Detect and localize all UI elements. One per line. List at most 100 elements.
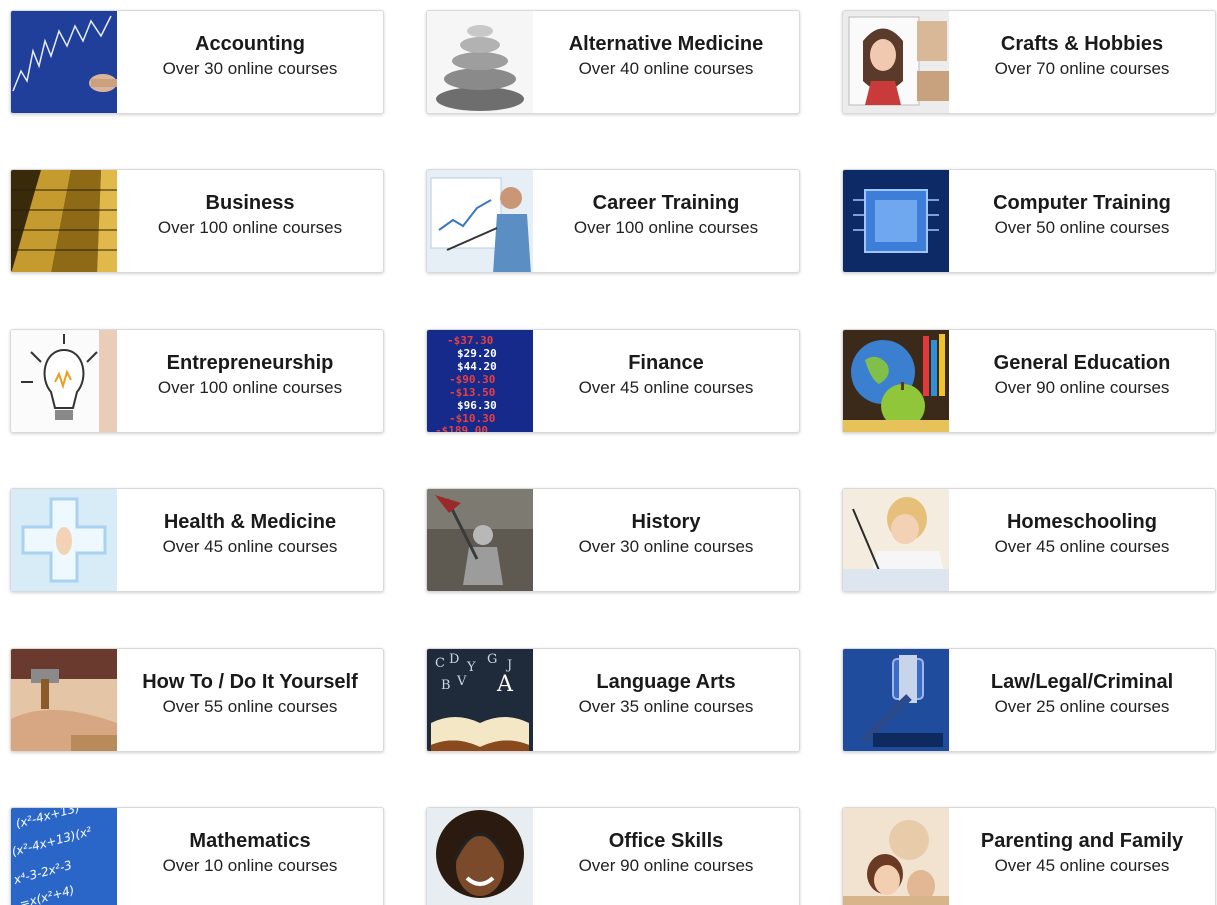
svg-text:-$90.30: -$90.30: [449, 373, 495, 386]
category-card-general-education[interactable]: General Education Over 90 online courses: [842, 329, 1216, 433]
presenter-icon: [427, 170, 533, 272]
category-course-count: Over 90 online courses: [994, 378, 1170, 397]
painting-icon: [843, 11, 949, 113]
svg-text:-$13.50: -$13.50: [449, 386, 495, 399]
category-text: Career Training Over 100 online courses: [533, 170, 799, 272]
category-course-count: Over 30 online courses: [578, 537, 754, 556]
category-course-count: Over 55 online courses: [162, 697, 338, 716]
category-card-mathematics[interactable]: (x²-4x+13) (x²-4x+13)(x² x⁴-3-2x²-3 =x(x²+4…: [10, 807, 384, 905]
headset-woman-icon: [427, 808, 533, 905]
category-course-count: Over 90 online courses: [578, 856, 754, 875]
svg-text:A: A: [496, 672, 514, 697]
child-writing-icon: [843, 489, 949, 591]
category-title: How To / Do It Yourself: [142, 671, 358, 693]
medical-cross-icon: [11, 489, 117, 591]
svg-text:V: V: [456, 674, 467, 689]
category-text: Alternative Medicine Over 40 online cours…: [533, 11, 799, 113]
category-card-health-medicine[interactable]: Health & Medicine Over 45 online courses: [10, 488, 384, 592]
category-course-count: Over 10 online courses: [162, 856, 338, 875]
category-course-count: Over 45 online courses: [994, 537, 1170, 556]
category-text: Language Arts Over 35 online courses: [533, 649, 799, 751]
category-text: Mathematics Over 10 online courses: [117, 808, 383, 905]
open-book-icon: CDYGJ BV A: [427, 649, 533, 751]
category-card-homeschooling[interactable]: Homeschooling Over 45 online courses: [842, 488, 1216, 592]
category-text: Homeschooling Over 45 online courses: [949, 489, 1215, 591]
category-text: Law/Legal/Criminal Over 25 online courses: [949, 649, 1215, 751]
category-title: Business: [205, 192, 295, 214]
category-text: How To / Do It Yourself Over 55 online co…: [117, 649, 383, 751]
category-course-count: Over 30 online courses: [162, 59, 338, 78]
category-title: Crafts & Hobbies: [1000, 33, 1164, 55]
svg-text:$29.20: $29.20: [457, 347, 497, 360]
skyscraper-icon: [11, 170, 117, 272]
category-course-count: Over 70 online courses: [994, 59, 1170, 78]
category-text: Computer Training Over 50 online courses: [949, 170, 1215, 272]
category-card-crafts-hobbies[interactable]: Crafts & Hobbies Over 70 online courses: [842, 10, 1216, 114]
stock-ticker-icon: -$37.30 $29.20 $44.20 -$90.30 -$13.50 $96.30 -…: [427, 330, 533, 432]
category-text: Business Over 100 online courses: [117, 170, 383, 272]
category-text: Office Skills Over 90 online courses: [533, 808, 799, 905]
family-icon: [843, 808, 949, 905]
category-title: Parenting and Family: [980, 830, 1184, 852]
category-title: Accounting: [195, 33, 305, 55]
svg-text:$44.20: $44.20: [457, 360, 497, 373]
category-course-count: Over 40 online courses: [578, 59, 754, 78]
category-title: Language Arts: [596, 671, 736, 693]
hammer-icon: [11, 649, 117, 751]
category-card-history[interactable]: History Over 30 online courses: [426, 488, 800, 592]
category-title: General Education: [993, 352, 1171, 374]
svg-text:G: G: [487, 652, 497, 667]
category-course-count: Over 35 online courses: [578, 697, 754, 716]
category-card-accounting[interactable]: Accounting Over 30 online courses: [10, 10, 384, 114]
category-card-finance[interactable]: -$37.30 $29.20 $44.20 -$90.30 -$13.50 $96.30 -…: [426, 329, 800, 433]
category-card-business[interactable]: Business Over 100 online courses: [10, 169, 384, 273]
category-card-parenting-and-family[interactable]: Parenting and Family Over 45 online cours…: [842, 807, 1216, 905]
category-title: Computer Training: [993, 192, 1171, 214]
category-card-how-to-do-it-yourself[interactable]: How To / Do It Yourself Over 55 online co…: [10, 648, 384, 752]
category-title: Health & Medicine: [163, 511, 337, 533]
category-card-computer-training[interactable]: Computer Training Over 50 online courses: [842, 169, 1216, 273]
globe-apple-icon: [843, 330, 949, 432]
knight-icon: [427, 489, 533, 591]
svg-text:J: J: [505, 658, 512, 673]
category-course-count: Over 25 online courses: [994, 697, 1170, 716]
category-card-office-skills[interactable]: Office Skills Over 90 online courses: [426, 807, 800, 905]
category-course-count: Over 45 online courses: [162, 537, 338, 556]
category-title: Office Skills: [608, 830, 724, 852]
category-text: Parenting and Family Over 45 online cours…: [949, 808, 1215, 905]
category-card-language-arts[interactable]: CDYGJ BV A Language Arts Over 35 online cou…: [426, 648, 800, 752]
category-course-count: Over 45 online courses: [578, 378, 754, 397]
gavel-icon: [843, 649, 949, 751]
svg-text:C: C: [435, 656, 445, 671]
category-title: Mathematics: [189, 830, 311, 852]
category-card-entrepreneurship[interactable]: Entrepreneurship Over 100 online courses: [10, 329, 384, 433]
svg-text:D: D: [449, 652, 459, 667]
category-card-career-training[interactable]: Career Training Over 100 online courses: [426, 169, 800, 273]
category-grid: Accounting Over 30 online courses Alterna…: [0, 0, 1217, 905]
category-course-count: Over 45 online courses: [994, 856, 1170, 875]
svg-text:-$37.30: -$37.30: [447, 334, 493, 347]
category-card-law-legal-criminal[interactable]: Law/Legal/Criminal Over 25 online courses: [842, 648, 1216, 752]
category-course-count: Over 50 online courses: [994, 218, 1170, 237]
category-title: Finance: [628, 352, 704, 374]
svg-text:Y: Y: [466, 660, 476, 675]
chalkboard-equations-icon: (x²-4x+13) (x²-4x+13)(x² x⁴-3-2x²-3 =x(x²+4…: [11, 808, 117, 905]
category-title: Homeschooling: [1006, 511, 1157, 533]
stock-chart-icon: [11, 11, 117, 113]
category-text: Accounting Over 30 online courses: [117, 11, 383, 113]
category-card-alternative-medicine[interactable]: Alternative Medicine Over 40 online cours…: [426, 10, 800, 114]
lightbulb-icon: [11, 330, 117, 432]
svg-text:B: B: [441, 678, 451, 693]
category-course-count: Over 100 online courses: [573, 218, 759, 237]
category-text: Entrepreneurship Over 100 online courses: [117, 330, 383, 432]
category-title: Alternative Medicine: [568, 33, 764, 55]
category-text: Finance Over 45 online courses: [533, 330, 799, 432]
microchip-icon: [843, 170, 949, 272]
category-course-count: Over 100 online courses: [157, 378, 343, 397]
svg-text:-$189.00: -$189.00: [435, 424, 488, 432]
category-text: History Over 30 online courses: [533, 489, 799, 591]
category-text: Crafts & Hobbies Over 70 online courses: [949, 11, 1215, 113]
category-text: Health & Medicine Over 45 online courses: [117, 489, 383, 591]
svg-text:$96.30: $96.30: [457, 399, 497, 412]
category-text: General Education Over 90 online courses: [949, 330, 1215, 432]
